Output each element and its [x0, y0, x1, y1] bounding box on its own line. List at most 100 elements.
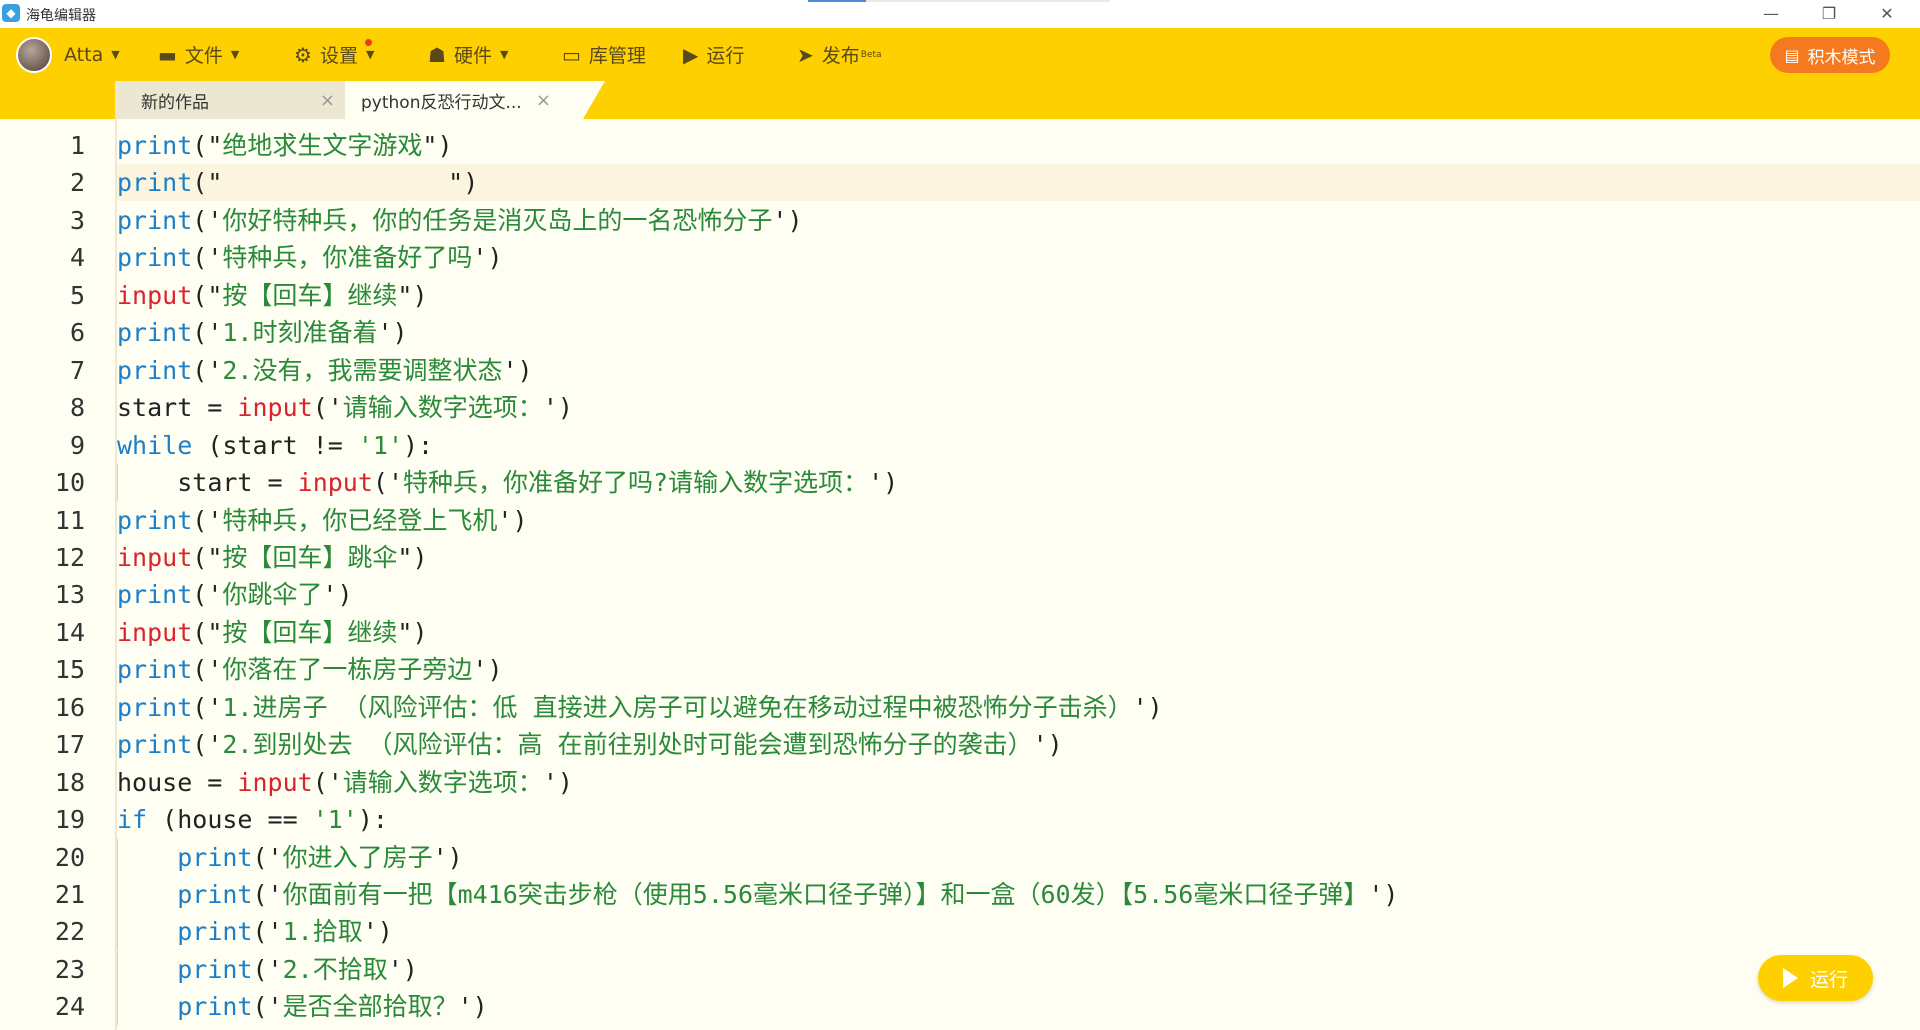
code-token: print: [117, 205, 193, 235]
code-token: (': [312, 393, 343, 423]
minimize-button[interactable]: —: [1748, 0, 1794, 28]
code-token: (': [252, 954, 283, 984]
code-editor[interactable]: 1 print("绝地求生文字游戏") 2 print(" ") 3 print('你好特…: [0, 119, 1920, 1030]
line-number: 13: [54, 580, 85, 610]
code-line[interactable]: 11 print('特种兵，你已经登上飞机'): [0, 502, 1920, 539]
code-line[interactable]: 7 print('2.没有，我需要调整状态'): [0, 352, 1920, 389]
code-token: '): [497, 505, 528, 535]
chevron-down-icon: ▼: [230, 48, 240, 61]
code-line[interactable]: 5 input("按【回车】继续"): [0, 277, 1920, 314]
hardware-menu[interactable]: ☗ 硬件 ▼: [428, 28, 508, 81]
tab-python-file[interactable]: python反恐行动文... ×: [345, 81, 605, 119]
code-token: (': [192, 730, 223, 760]
settings-menu-label: 设置: [319, 45, 358, 67]
code-line[interactable]: 4 print('特种兵，你准备好了吗'): [0, 239, 1920, 276]
code-line[interactable]: 22 print('1.拾取'): [0, 913, 1920, 951]
code-line[interactable]: 17 print('2.到别处去 （风险评估：高 在前往别处时可能会遭到恐怖分子的…: [0, 726, 1920, 763]
code-token: print: [177, 992, 253, 1022]
code-text: print('是否全部拾取？'): [117, 988, 488, 1025]
code-token: (": [192, 617, 223, 647]
code-line[interactable]: 3 print('你好特种兵，你的任务是消灭岛上的一名恐怖分子'): [0, 202, 1920, 239]
code-token: input: [297, 468, 373, 498]
block-mode-button[interactable]: ▤ 积木模式: [1770, 37, 1890, 73]
run-toolbar-button[interactable]: ▶ 运行: [683, 28, 744, 81]
code-line[interactable]: 12 input("按【回车】跳伞"): [0, 539, 1920, 576]
code-line[interactable]: 18 house = input('请输入数字选项：'): [0, 764, 1920, 801]
chevron-down-icon: ▼: [499, 48, 509, 61]
code-token: input: [117, 280, 193, 310]
code-line[interactable]: 1 print("绝地求生文字游戏"): [0, 127, 1920, 164]
code-token: (': [192, 355, 223, 385]
code-token: (': [192, 505, 223, 535]
code-token: house =: [117, 767, 238, 797]
code-token: 特种兵，你已经登上飞机: [222, 505, 498, 535]
close-icon[interactable]: ×: [320, 90, 335, 111]
beta-badge: Beta: [860, 49, 882, 60]
code-token: 是否全部拾取？: [282, 992, 458, 1022]
code-token: print: [117, 318, 193, 348]
code-token: 你面前有一把【m416突击步枪（使用5.56毫米口径子弹）】和一盒（60发）【5…: [282, 880, 1369, 909]
code-text: input("按【回车】跳伞"): [117, 539, 428, 576]
tab-bar: 新的作品 × python反恐行动文... ×: [0, 81, 1920, 119]
settings-menu[interactable]: ⚙ 设置 ▼: [294, 28, 374, 81]
turtle-logo-icon: ◆: [2, 4, 20, 22]
code-line[interactable]: 21 print('你面前有一把【m416突击步枪（使用5.56毫米口径子弹）】…: [0, 876, 1920, 913]
code-token: '): [502, 355, 533, 385]
code-token: "): [397, 617, 428, 647]
code-line[interactable]: 23 print('2.不拾取'): [0, 950, 1920, 988]
code-line[interactable]: 2 print(" "): [0, 164, 1920, 201]
code-text: start = input('请输入数字选项：'): [117, 389, 573, 426]
tab-new-work[interactable]: 新的作品 ×: [115, 81, 345, 119]
code-line[interactable]: 8 start = input('请输入数字选项：'): [0, 389, 1920, 426]
run-button[interactable]: 运行: [1758, 955, 1873, 1001]
code-line[interactable]: 16 print('1.进房子 （风险评估：低 直接进入房子可以避免在移动过程中被…: [0, 689, 1920, 726]
user-menu[interactable]: Atta ▼: [16, 28, 120, 81]
code-token: ):: [403, 430, 434, 460]
code-line[interactable]: 9 while (start != '1'):: [0, 427, 1920, 464]
close-icon[interactable]: ×: [536, 90, 551, 111]
play-circle-icon: ▶: [683, 42, 699, 67]
code-line[interactable]: 24 print('是否全部拾取？'): [0, 988, 1920, 1026]
code-token: input: [237, 393, 313, 423]
line-number: 23: [54, 954, 85, 984]
run-button-label: 运行: [1809, 968, 1848, 991]
library-manager-button[interactable]: ▭ 库管理: [562, 28, 646, 81]
paper-plane-icon: ➤: [797, 42, 814, 67]
code-text: input("按【回车】继续"): [117, 277, 428, 314]
code-token: print: [177, 954, 253, 984]
code-text: print(" "): [117, 164, 478, 201]
code-token: 按【回车】继续: [222, 617, 398, 647]
code-token: if: [117, 805, 148, 835]
code-token: (': [192, 580, 223, 610]
chevron-down-icon: ▼: [365, 48, 375, 61]
code-token: print: [177, 880, 253, 909]
code-line[interactable]: 10 start = input('特种兵，你准备好了吗?请输入数字选项：'): [0, 464, 1920, 502]
restore-button[interactable]: ❐: [1806, 0, 1852, 28]
code-line[interactable]: 6 print('1.时刻准备着'): [0, 314, 1920, 351]
code-text: print('你落在了一栋房子旁边'): [117, 651, 503, 688]
code-token: (': [192, 318, 223, 348]
code-text: print('特种兵，你已经登上飞机'): [117, 502, 528, 539]
file-menu[interactable]: ▬ 文件 ▼: [158, 28, 239, 81]
code-line[interactable]: 15 print('你落在了一栋房子旁边'): [0, 651, 1920, 688]
close-button[interactable]: ✕: [1864, 0, 1910, 28]
code-token: (start !=: [192, 430, 358, 460]
code-text: start = input('特种兵，你准备好了吗?请输入数字选项：'): [117, 464, 898, 501]
line-number: 15: [54, 655, 85, 685]
publish-button[interactable]: ➤ 发布 Beta: [797, 28, 882, 81]
line-number: 12: [54, 542, 85, 572]
code-text: print('2.没有，我需要调整状态'): [117, 352, 533, 389]
line-number: 20: [54, 842, 85, 872]
code-text: print('你跳伞了'): [117, 576, 353, 613]
code-token: (': [252, 917, 283, 947]
code-line[interactable]: 19 if (house == '1'):: [0, 801, 1920, 838]
code-line[interactable]: 13 print('你跳伞了'): [0, 576, 1920, 613]
code-token: input: [117, 617, 193, 647]
code-token: '): [1132, 692, 1163, 722]
code-token: '): [322, 580, 353, 610]
code-token: 你跳伞了: [222, 580, 323, 610]
code-token: print: [177, 917, 253, 947]
file-menu-label: 文件: [184, 45, 223, 67]
code-line[interactable]: 14 input("按【回车】继续"): [0, 614, 1920, 651]
code-line[interactable]: 20 print('你进入了房子'): [0, 838, 1920, 876]
